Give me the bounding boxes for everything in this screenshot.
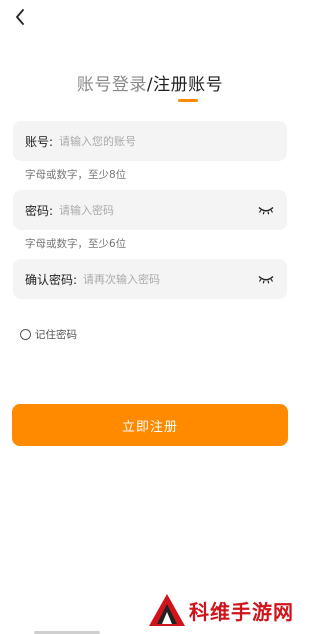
tab-login[interactable]: 账号登录 [77, 75, 147, 95]
eye-closed-icon[interactable] [257, 273, 275, 285]
password-label: 密码: [25, 203, 54, 218]
tab-register-label: 注册账号 [153, 75, 224, 95]
watermark: 科维手游网 [147, 592, 294, 628]
register-button[interactable]: 立即注册 [12, 404, 288, 446]
password-input[interactable] [59, 203, 257, 217]
tab-register[interactable]: 注册账号 [153, 70, 224, 102]
page-title: 账号登录/注册账号 [0, 70, 300, 102]
confirm-password-input[interactable] [83, 272, 257, 286]
password-hint: 字母或数字，至少6位 [25, 238, 127, 250]
confirm-password-label: 确认密码: [25, 272, 78, 287]
watermark-logo-icon [149, 594, 185, 626]
account-hint: 字母或数字，至少8位 [25, 169, 127, 181]
eye-closed-icon[interactable] [257, 204, 275, 216]
account-label: 账号: [25, 134, 54, 149]
account-input[interactable] [59, 134, 275, 148]
remember-password-checkbox[interactable]: 记住密码 [20, 327, 77, 342]
password-field: 密码: [13, 190, 287, 230]
radio-icon [20, 329, 31, 340]
back-button[interactable] [10, 6, 30, 28]
confirm-password-field: 确认密码: [13, 259, 287, 299]
remember-password-label: 记住密码 [35, 329, 77, 341]
watermark-text: 科维手游网 [189, 599, 294, 624]
active-tab-underline [178, 99, 199, 102]
chevron-left-icon [16, 9, 24, 25]
account-field: 账号: [13, 121, 287, 161]
